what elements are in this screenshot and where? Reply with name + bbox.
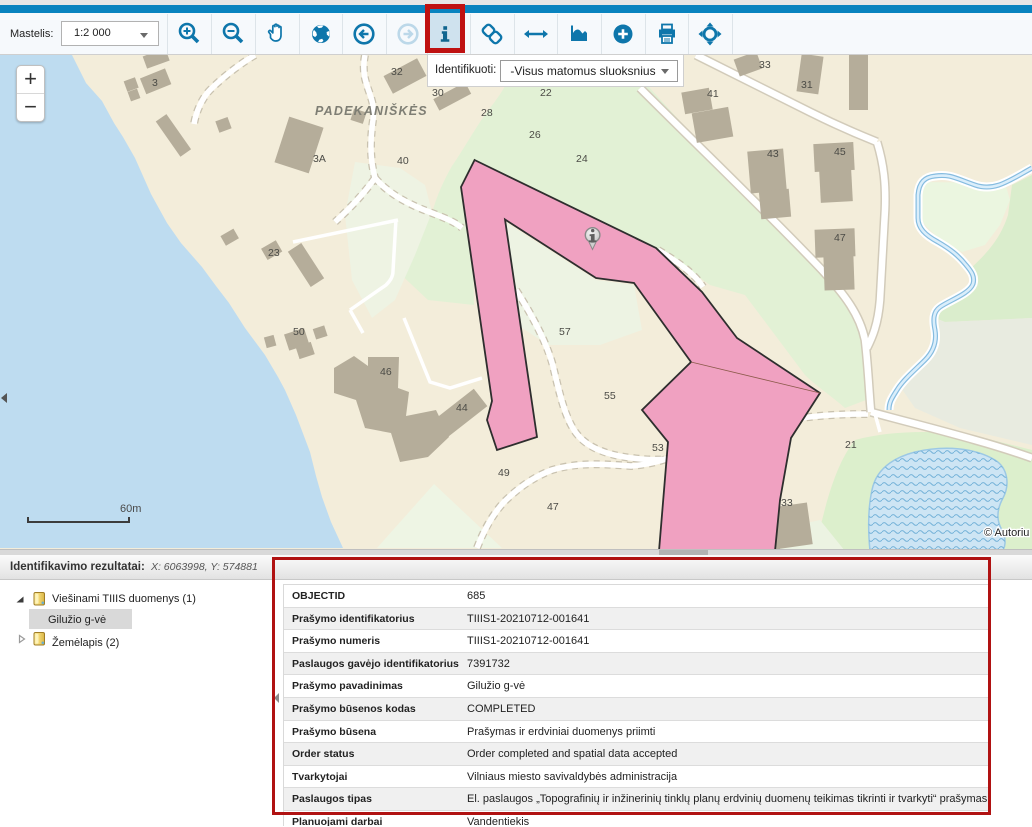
svg-text:22: 22: [540, 87, 552, 99]
svg-text:57: 57: [559, 326, 571, 338]
svg-text:50: 50: [293, 326, 305, 338]
svg-text:46: 46: [380, 366, 392, 378]
svg-text:33: 33: [781, 497, 793, 509]
svg-text:© Autoriu: © Autoriu: [984, 527, 1029, 539]
svg-text:PADEKANIŠKĖS: PADEKANIŠKĖS: [315, 103, 428, 118]
svg-text:33: 33: [759, 59, 771, 71]
svg-text:53: 53: [652, 442, 664, 454]
svg-text:3: 3: [152, 77, 158, 89]
svg-text:3A: 3A: [313, 153, 326, 165]
svg-text:30: 30: [432, 87, 444, 99]
svg-text:24: 24: [576, 153, 588, 165]
svg-text:49: 49: [498, 467, 510, 479]
svg-text:23: 23: [268, 247, 280, 259]
svg-text:28: 28: [481, 107, 493, 119]
svg-text:43: 43: [767, 148, 779, 160]
svg-text:40: 40: [397, 155, 409, 167]
svg-text:47: 47: [834, 232, 846, 244]
svg-text:47: 47: [547, 501, 559, 513]
svg-text:21: 21: [845, 439, 857, 451]
svg-text:45: 45: [834, 146, 846, 158]
svg-text:55: 55: [604, 390, 616, 402]
svg-text:41: 41: [707, 88, 719, 100]
svg-text:26: 26: [529, 129, 541, 141]
svg-text:32: 32: [391, 66, 403, 78]
svg-text:31: 31: [801, 79, 813, 91]
svg-text:44: 44: [456, 402, 468, 414]
